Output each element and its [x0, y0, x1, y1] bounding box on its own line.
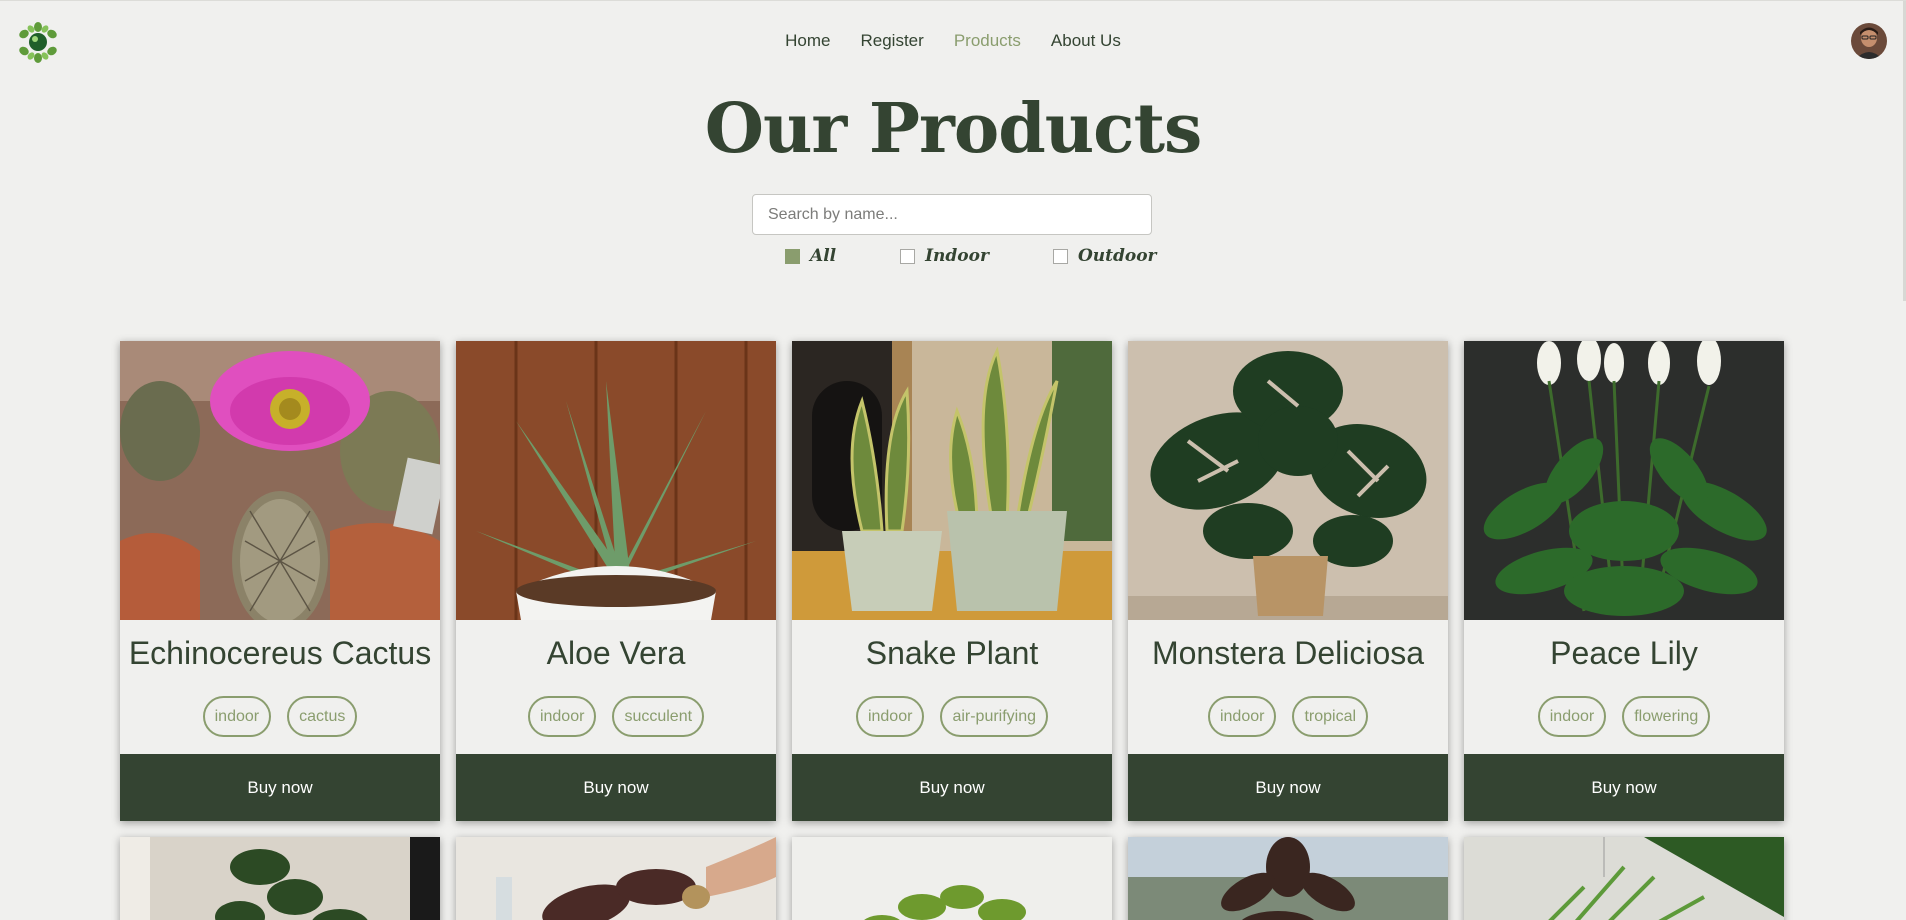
product-tag: indoor [527, 696, 597, 737]
product-tag: indoor [1207, 696, 1277, 737]
product-tags: indoor flowering [1464, 696, 1784, 737]
buy-now-button[interactable]: Buy now [792, 754, 1112, 821]
product-tag: succulent [612, 696, 705, 737]
nav-home-link[interactable]: Home [785, 31, 830, 51]
buy-now-button[interactable]: Buy now [1128, 754, 1448, 821]
nav-about-link[interactable]: About Us [1051, 31, 1121, 51]
filter-outdoor-checkbox[interactable] [1052, 248, 1068, 264]
product-name: Monstera Deliciosa [1151, 635, 1425, 671]
product-card: Monstera Deliciosa indoor tropical Buy n… [1128, 341, 1448, 821]
product-image-monstera [1128, 341, 1448, 620]
product-image-fiddle-leaf [120, 837, 440, 920]
product-card-partial [120, 837, 440, 920]
product-name: Echinocereus Cactus [128, 635, 432, 671]
product-card-partial [456, 837, 776, 920]
product-tag: indoor [855, 696, 925, 737]
product-card-partial [1464, 837, 1784, 920]
product-tags: indoor succulent [456, 696, 776, 737]
page: Home Register Products About Us Our Prod… [0, 0, 1906, 920]
product-card: Snake Plant indoor air-purifying Buy now [792, 341, 1112, 821]
filter-indoor[interactable]: Indoor [900, 246, 989, 266]
filter-all-label: All [810, 246, 837, 266]
product-tag: cactus [287, 696, 358, 737]
filter-all[interactable]: All [785, 246, 836, 266]
product-card: Peace Lily indoor flowering Buy now [1464, 341, 1784, 821]
product-card-partial [792, 837, 1112, 920]
product-tags: indoor tropical [1128, 696, 1448, 737]
filter-indoor-label: Indoor [925, 246, 989, 266]
product-tag: tropical [1292, 696, 1369, 737]
filter-all-checkbox[interactable] [785, 248, 800, 264]
product-card: Aloe Vera indoor succulent Buy now [456, 341, 776, 821]
nav-register-link[interactable]: Register [861, 31, 924, 51]
filter-outdoor[interactable]: Outdoor [1052, 246, 1157, 266]
product-image-dark-plant [1128, 837, 1448, 920]
product-name: Aloe Vera [546, 635, 686, 671]
main-nav: Home Register Products About Us [0, 31, 1906, 51]
buy-now-button[interactable]: Buy now [1464, 754, 1784, 821]
buy-now-button[interactable]: Buy now [120, 754, 440, 821]
product-tags: indoor cactus [120, 696, 440, 737]
product-card-partial [1128, 837, 1448, 920]
product-image-rubber-plant [456, 837, 776, 920]
product-image-jade-plant [792, 837, 1112, 920]
product-tag: indoor [202, 696, 272, 737]
search-input[interactable] [752, 194, 1152, 235]
user-avatar[interactable] [1851, 23, 1887, 59]
product-image-cactus [120, 341, 440, 620]
product-card: Echinocereus Cactus indoor cactus Buy no… [120, 341, 440, 821]
product-image-fern [1464, 837, 1784, 920]
product-tags: indoor air-purifying [792, 696, 1112, 737]
category-filters: All Indoor Outdoor [785, 246, 1157, 266]
product-tag: flowering [1622, 696, 1711, 737]
product-image-aloe [456, 341, 776, 620]
filter-indoor-checkbox[interactable] [900, 248, 916, 264]
buy-now-button[interactable]: Buy now [456, 754, 776, 821]
product-name: Snake Plant [865, 635, 1039, 671]
product-tag: indoor [1537, 696, 1607, 737]
nav-products-link[interactable]: Products [954, 31, 1021, 51]
product-image-peace-lily [1464, 341, 1784, 620]
product-name: Peace Lily [1550, 635, 1698, 671]
filter-outdoor-label: Outdoor [1077, 246, 1157, 266]
product-tag: air-purifying [940, 696, 1049, 737]
page-title: Our Products [704, 89, 1203, 169]
product-image-snake-plant [792, 341, 1112, 620]
